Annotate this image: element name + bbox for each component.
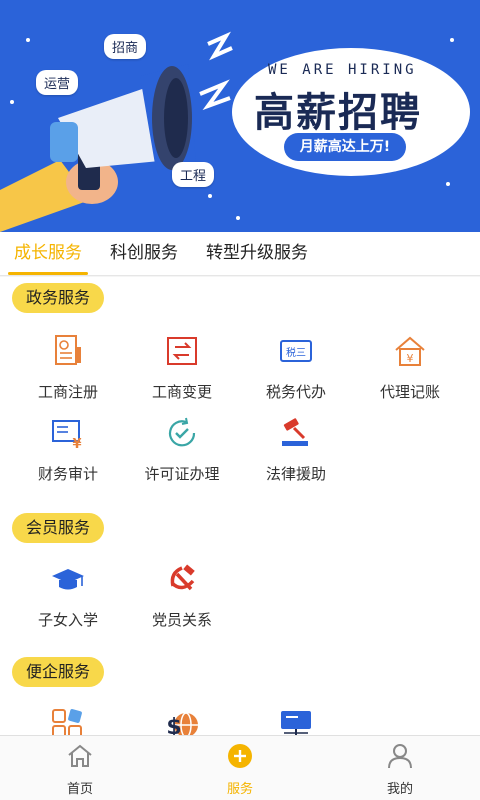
registration-doc-icon <box>55 335 81 365</box>
plus-icon <box>228 744 252 768</box>
service-item-bookkeeping[interactable]: ¥ 代理记账 <box>350 333 470 402</box>
tab-innovation[interactable]: 科创服务 <box>96 232 192 275</box>
hiring-banner[interactable]: WE ARE HIRING 高薪招聘 月薪高达上万! 招商 运营 工程 <box>0 0 480 232</box>
exchange-icon <box>167 337 197 365</box>
section-title: 政务服务 <box>12 283 105 313</box>
service-item-convenience-3[interactable] <box>236 707 356 735</box>
service-item-business-registration[interactable]: 工商注册 <box>8 333 128 402</box>
nav-label: 我的 <box>386 782 413 797</box>
party-emblem-icon <box>170 564 195 591</box>
service-item-license[interactable]: 许可证办理 <box>122 415 242 484</box>
banner-tag: 工程 <box>172 162 215 187</box>
house-yen-icon: ¥ <box>395 336 425 366</box>
tab-transformation[interactable]: 转型升级服务 <box>192 232 322 275</box>
nav-services[interactable]: 服务 <box>160 736 320 800</box>
service-item-business-change[interactable]: 工商变更 <box>122 333 242 402</box>
banner-tag: 招商 <box>104 34 147 59</box>
service-item-tax-agency[interactable]: 税三 税务代办 <box>236 333 356 402</box>
section-title: 便企服务 <box>12 657 105 687</box>
presentation-board-icon <box>281 711 311 735</box>
service-label: 代理记账 <box>379 383 440 401</box>
svg-text:¥: ¥ <box>72 437 81 451</box>
banner-headline: 高薪招聘 <box>254 90 422 136</box>
nav-profile[interactable]: 我的 <box>320 736 480 800</box>
service-label: 工商变更 <box>151 383 212 401</box>
banner-tag: 运营 <box>36 70 79 95</box>
service-item-party-membership[interactable]: 党员关系 <box>122 561 242 630</box>
service-content: 政务服务 工商注册 工商变更 税三 税务代办 ¥ 代理记账 ¥ 财务审计 许可证… <box>0 277 480 735</box>
service-label: 许可证办理 <box>144 465 220 483</box>
user-icon <box>388 744 412 769</box>
nav-label: 服务 <box>226 782 253 797</box>
service-label: 子女入学 <box>37 611 98 629</box>
svg-text:$: $ <box>166 715 181 735</box>
service-label: 财务审计 <box>37 465 98 483</box>
service-label: 税务代办 <box>265 383 326 401</box>
section-biz: 便企服务 $ <box>0 655 480 735</box>
graduation-cap-icon <box>52 569 84 590</box>
service-label: 法律援助 <box>265 465 326 483</box>
grid-apps-icon <box>52 709 82 735</box>
tax-icon: 税三 <box>280 340 312 362</box>
section-gov: 政务服务 工商注册 工商变更 税三 税务代办 ¥ 代理记账 ¥ 财务审计 许可证… <box>0 277 480 502</box>
svg-text:税三: 税三 <box>286 346 306 359</box>
service-label: 工商注册 <box>37 383 98 401</box>
home-icon <box>68 744 92 767</box>
banner-tagline: WE ARE HIRING <box>268 62 417 78</box>
service-item-convenience-2[interactable]: $ <box>122 707 242 735</box>
svg-text:¥: ¥ <box>407 352 414 365</box>
banner-salary-pill: 月薪高达上万! <box>284 133 406 161</box>
service-label: 党员关系 <box>151 611 212 629</box>
bottom-nav: 首页 服务 我的 <box>0 735 480 800</box>
nav-home[interactable]: 首页 <box>0 736 160 800</box>
service-item-financial-audit[interactable]: ¥ 财务审计 <box>8 415 128 484</box>
globe-dollar-icon: $ <box>166 712 198 735</box>
service-item-school-enrollment[interactable]: 子女入学 <box>8 561 128 630</box>
nav-label: 首页 <box>66 782 93 797</box>
license-check-icon <box>168 417 196 447</box>
service-item-convenience-1[interactable] <box>8 707 128 735</box>
service-item-legal-aid[interactable]: 法律援助 <box>236 415 356 484</box>
section-title: 会员服务 <box>12 513 105 543</box>
audit-icon: ¥ <box>52 420 82 452</box>
section-member: 会员服务 子女入学 党员关系 <box>0 509 480 649</box>
service-tabs: 成长服务 科创服务 转型升级服务 <box>0 232 480 276</box>
gavel-icon <box>282 418 308 446</box>
tab-growth[interactable]: 成长服务 <box>0 232 96 275</box>
